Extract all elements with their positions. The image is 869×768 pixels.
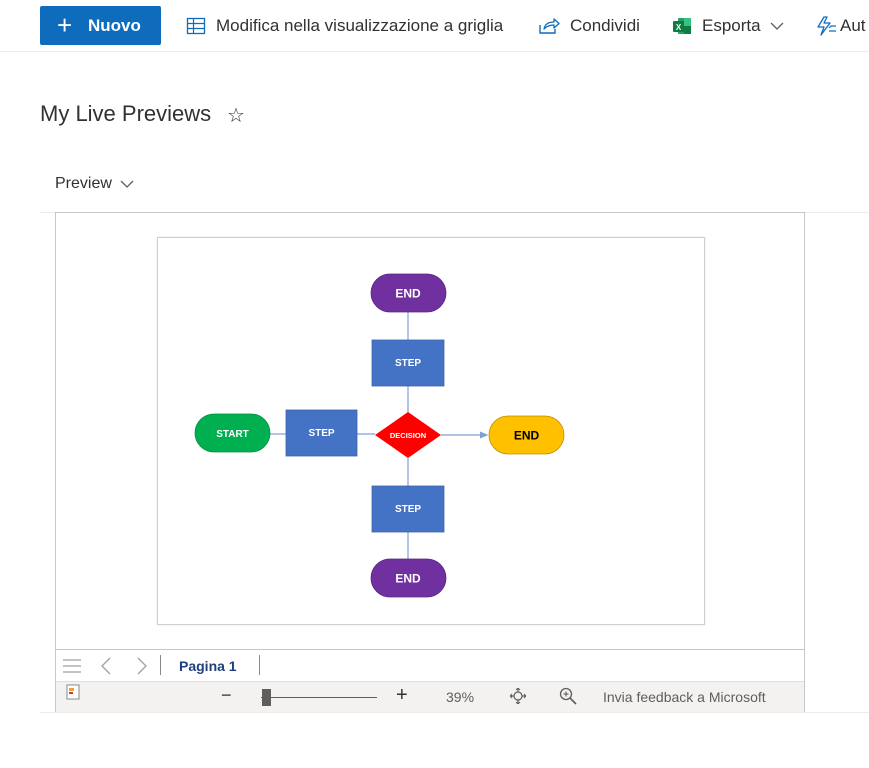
excel-icon: X [673, 18, 691, 34]
zoom-out-button[interactable]: − [221, 685, 232, 706]
node-label: STEP [308, 428, 334, 439]
page-title: My Live Previews [40, 101, 212, 126]
share-icon [539, 18, 560, 34]
page-info-icon[interactable] [66, 684, 80, 700]
command-bar: + Nuovo Modifica nella visualizzazione a… [0, 0, 869, 52]
divider [160, 655, 161, 675]
automate-button[interactable]: Aut [815, 0, 866, 52]
grid-icon [186, 17, 206, 35]
automate-icon [817, 16, 836, 36]
automate-label: Aut [840, 16, 866, 35]
node-label: END [395, 572, 421, 586]
zoom-slider-thumb[interactable] [262, 689, 271, 706]
step-process-left[interactable]: STEP [285, 409, 358, 457]
page-tab[interactable]: Pagina 1 [179, 658, 237, 674]
chevron-down-icon [120, 180, 134, 188]
step-process-bottom[interactable]: STEP [371, 485, 445, 533]
feedback-link[interactable]: Invia feedback a Microsoft [603, 689, 766, 705]
node-label: STEP [395, 504, 421, 515]
diagram-page: END STEP START STEP DECISION END STEP EN… [157, 237, 705, 625]
decision-diamond[interactable]: DECISION [375, 412, 441, 458]
export-button[interactable]: X Esporta [672, 0, 784, 52]
plus-icon: + [57, 10, 73, 40]
chevron-left-icon[interactable] [100, 657, 112, 675]
flowchart-diagram: END STEP START STEP DECISION END STEP EN… [194, 273, 565, 598]
share-button[interactable]: Condividi [538, 0, 640, 52]
zoom-in-button[interactable]: + [396, 684, 408, 707]
node-label: START [216, 429, 249, 440]
visio-viewer: END STEP START STEP DECISION END STEP EN… [55, 212, 805, 712]
node-label: END [395, 287, 421, 301]
node-label: STEP [395, 358, 421, 369]
zoom-search-icon[interactable] [559, 687, 577, 705]
chevron-right-icon[interactable] [136, 657, 148, 675]
export-label: Esporta [702, 16, 761, 35]
divider [259, 655, 260, 675]
drawing-canvas[interactable]: END STEP START STEP DECISION END STEP EN… [56, 213, 804, 649]
end-terminator-top[interactable]: END [370, 273, 447, 313]
node-label: DECISION [390, 431, 426, 440]
share-label: Condividi [570, 16, 640, 35]
end-terminator-right[interactable]: END [488, 415, 565, 455]
status-bar: − + 39% Invia feedback a Microsoft [56, 681, 804, 712]
start-terminator[interactable]: START [194, 413, 271, 453]
hamburger-menu-icon[interactable] [62, 658, 82, 674]
new-button-label: Nuovo [88, 16, 141, 35]
zoom-level: 39% [446, 689, 475, 705]
preview-column-header[interactable]: Preview [55, 175, 134, 193]
bottom-divider [40, 712, 869, 713]
node-label: END [514, 429, 540, 443]
edit-grid-view-label: Modifica nella visualizzazione a griglia [216, 16, 504, 35]
step-process-top[interactable]: STEP [371, 339, 445, 387]
edit-grid-view-button[interactable]: Modifica nella visualizzazione a griglia [186, 0, 503, 52]
chevron-down-icon [770, 22, 784, 30]
favorite-star-icon[interactable]: ☆ [227, 103, 245, 128]
zoom-slider-track[interactable] [261, 697, 377, 698]
fit-to-window-icon[interactable] [510, 688, 526, 704]
end-terminator-bottom[interactable]: END [370, 558, 447, 598]
page-navigation-bar: Pagina 1 [56, 649, 804, 681]
preview-header-label: Preview [55, 175, 112, 192]
new-button[interactable]: + Nuovo [40, 6, 161, 45]
svg-text:X: X [676, 23, 682, 32]
